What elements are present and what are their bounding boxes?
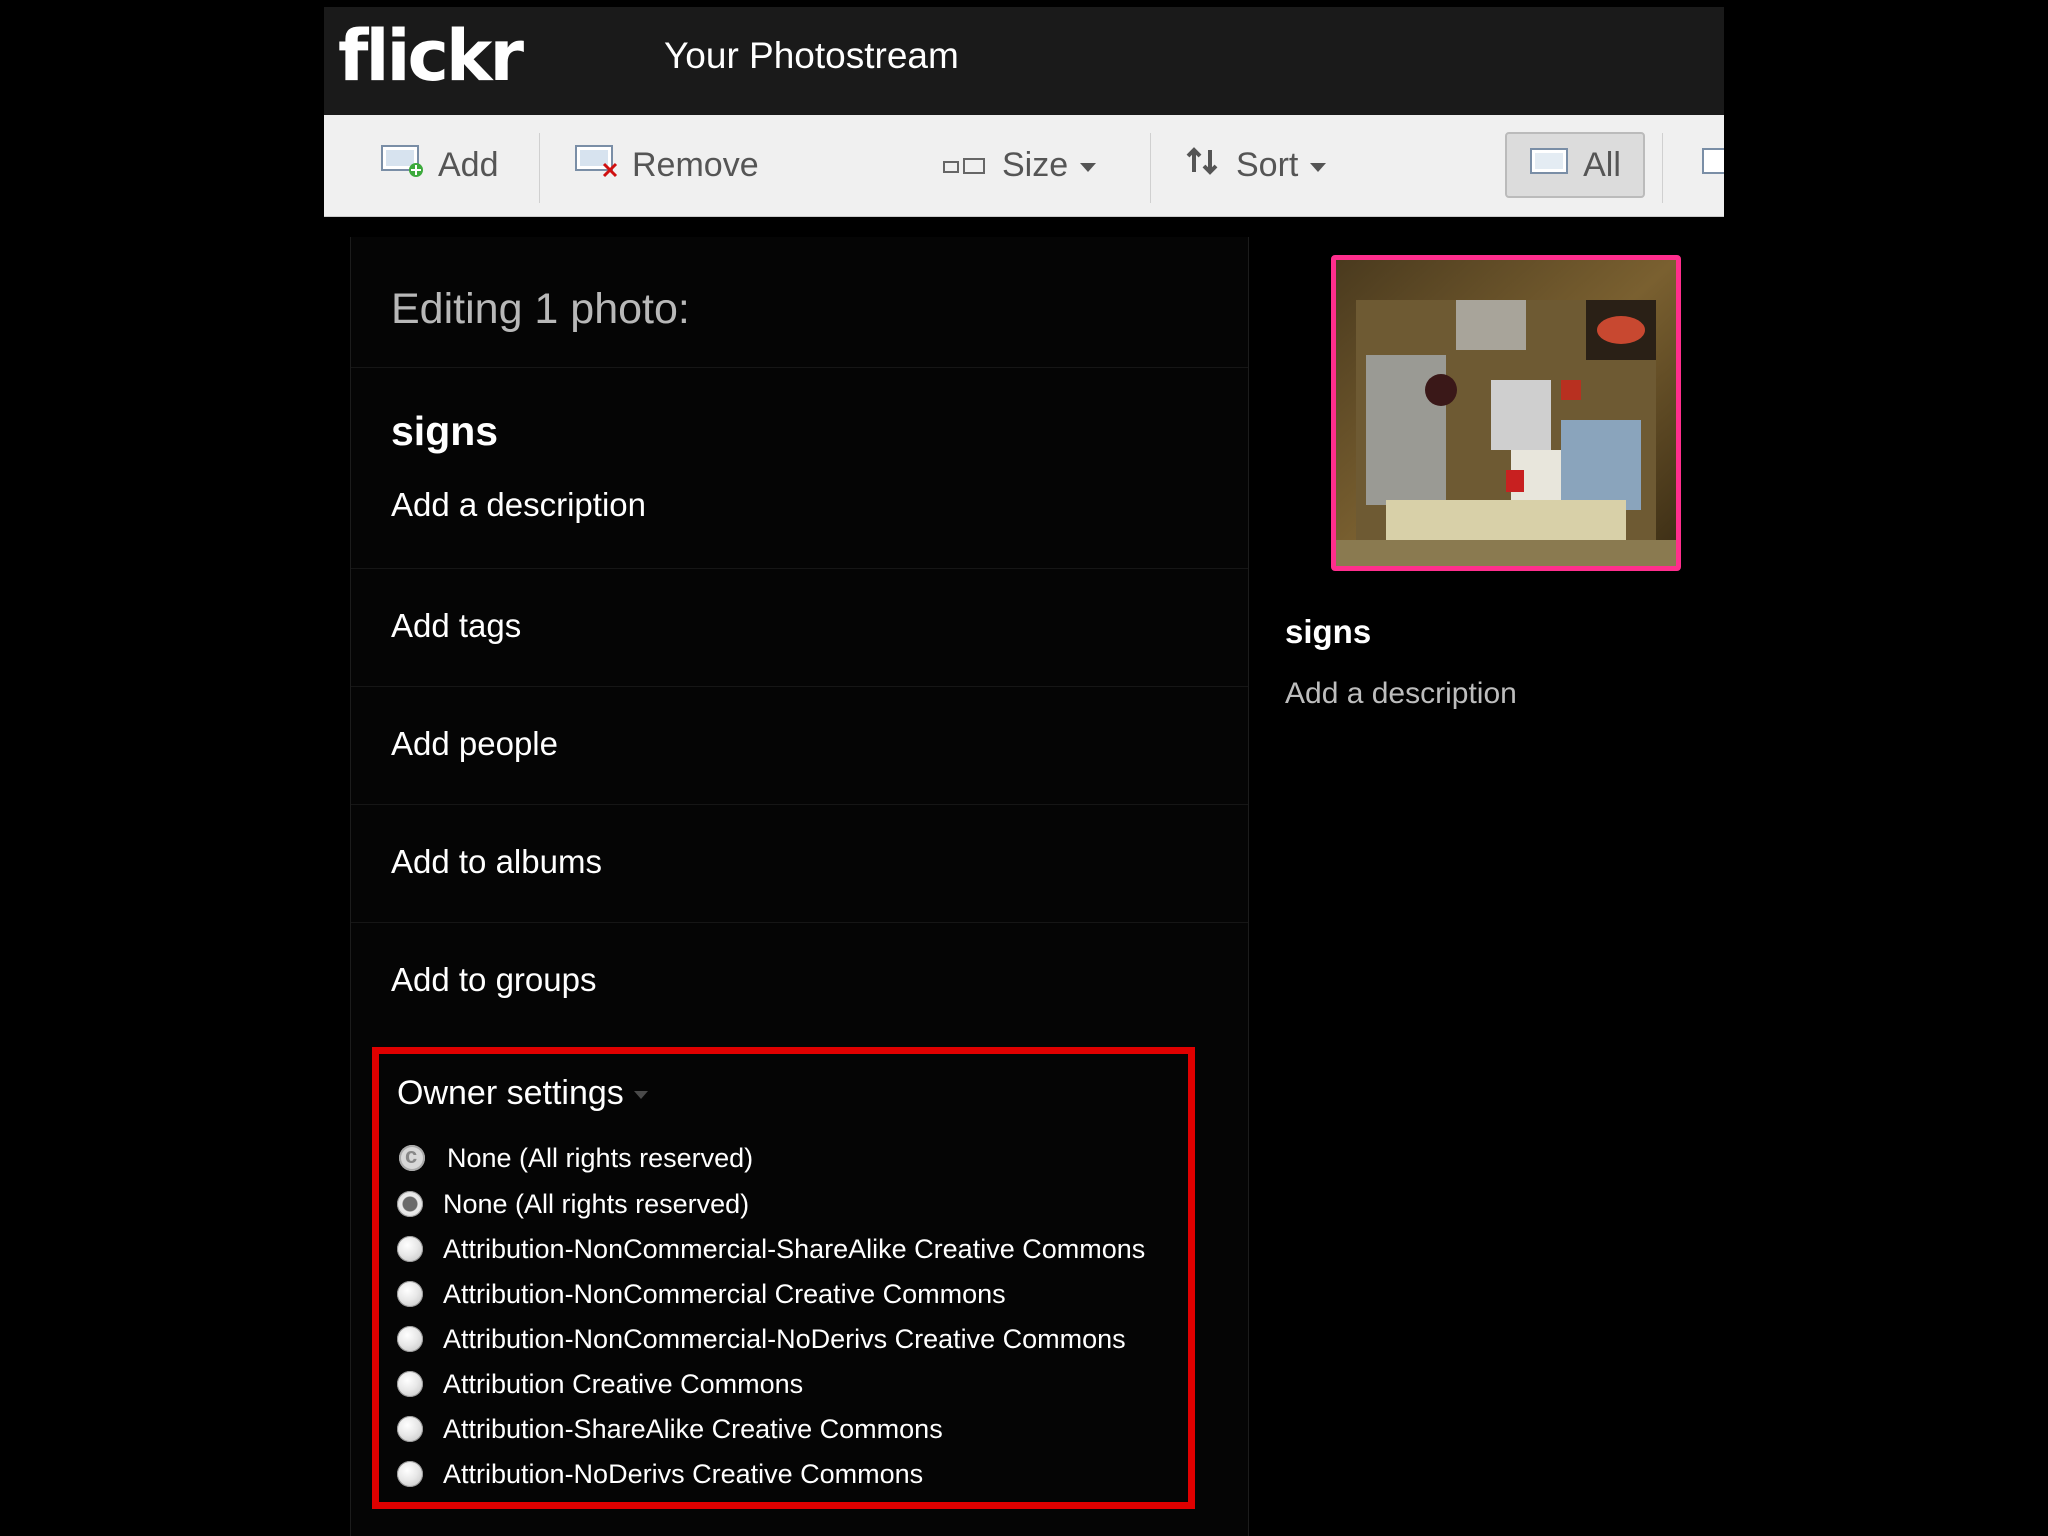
size-icon <box>942 146 988 185</box>
license-radio[interactable] <box>397 1461 423 1487</box>
chevron-down-icon <box>1310 163 1327 172</box>
license-option[interactable]: Attribution-NonCommercial-NoDerivs Creat… <box>397 1319 1126 1359</box>
add-to-albums-label: Add to albums <box>391 843 602 880</box>
remove-label: Remove <box>632 146 759 184</box>
add-people-row[interactable]: Add people <box>351 687 1248 805</box>
select-none-button[interactable] <box>1701 115 1724 216</box>
current-license-label: None (All rights reserved) <box>447 1142 754 1173</box>
toolbar-divider <box>1150 133 1151 203</box>
license-option[interactable]: Attribution Creative Commons <box>397 1364 803 1404</box>
license-option-label: Attribution-NonCommercial-ShareAlike Cre… <box>443 1233 1146 1264</box>
page-title: Your Photostream <box>664 35 959 76</box>
add-photo-icon <box>380 144 424 187</box>
preview-title[interactable]: signs <box>1285 613 1371 651</box>
add-people-label: Add people <box>391 725 558 762</box>
license-option-label: None (All rights reserved) <box>443 1188 750 1219</box>
select-all-button[interactable]: All <box>1505 132 1645 198</box>
title-description-block: signs Add a description <box>351 368 1248 569</box>
add-tags-row[interactable]: Add tags <box>351 569 1248 687</box>
add-description-field[interactable]: Add a description <box>391 486 646 524</box>
add-to-groups-label: Add to groups <box>391 961 597 998</box>
toolbar-divider <box>1662 133 1663 203</box>
select-all-icon <box>1529 146 1569 185</box>
license-option-label: Attribution-NonCommercial-NoDerivs Creat… <box>443 1323 1126 1354</box>
owner-settings-toggle[interactable]: Owner settings <box>397 1074 648 1113</box>
flickr-logo[interactable]: flickr <box>338 15 524 97</box>
sort-icon <box>1184 146 1222 185</box>
sort-label: Sort <box>1236 146 1299 184</box>
photo-image <box>1336 260 1676 566</box>
license-option[interactable]: Attribution-ShareAlike Creative Commons <box>397 1409 943 1449</box>
edit-header: Editing 1 photo: <box>351 237 1248 368</box>
license-option[interactable]: None (All rights reserved) <box>397 1184 749 1224</box>
copyright-icon <box>399 1143 425 1171</box>
license-radio[interactable] <box>397 1371 423 1397</box>
remove-photo-icon <box>574 144 618 187</box>
license-option-label: Attribution Creative Commons <box>443 1368 804 1399</box>
license-option[interactable]: Attribution-NonCommercial Creative Commo… <box>397 1274 1006 1314</box>
add-label: Add <box>438 146 499 184</box>
current-license: None (All rights reserved) <box>399 1138 753 1178</box>
owner-settings-section: Owner settings None (All rights reserved… <box>372 1047 1195 1509</box>
license-option-label: Attribution-ShareAlike Creative Commons <box>443 1413 943 1444</box>
license-radio[interactable] <box>397 1326 423 1352</box>
preview-description[interactable]: Add a description <box>1285 677 1517 711</box>
all-label: All <box>1583 145 1621 184</box>
toolbar-divider <box>539 133 540 203</box>
add-button[interactable]: Add <box>380 115 499 216</box>
license-radio[interactable] <box>397 1281 423 1307</box>
editing-heading: Editing 1 photo: <box>391 285 690 333</box>
add-tags-label: Add tags <box>391 607 522 644</box>
select-none-icon <box>1701 146 1724 185</box>
photo-thumbnail[interactable] <box>1331 255 1681 571</box>
remove-button[interactable]: Remove <box>574 115 759 216</box>
chevron-down-icon <box>1080 163 1097 172</box>
size-label: Size <box>1002 146 1069 184</box>
license-radio[interactable] <box>397 1191 423 1217</box>
photo-title-field[interactable]: signs <box>391 408 498 455</box>
license-radio[interactable] <box>397 1236 423 1262</box>
chevron-down-icon <box>633 1091 648 1100</box>
license-option[interactable]: Attribution-NonCommercial-ShareAlike Cre… <box>397 1229 1145 1269</box>
top-bar: flickr Your Photostream <box>324 7 1724 115</box>
license-option-label: Attribution-NonCommercial Creative Commo… <box>443 1278 1006 1309</box>
sort-dropdown[interactable]: Sort <box>1184 115 1327 216</box>
add-to-groups-row[interactable]: Add to groups <box>351 923 1248 1040</box>
license-option[interactable]: Attribution-NoDerivs Creative Commons <box>397 1454 923 1494</box>
license-option-label: Attribution-NoDerivs Creative Commons <box>443 1458 924 1489</box>
add-to-albums-row[interactable]: Add to albums <box>351 805 1248 923</box>
license-radio[interactable] <box>397 1416 423 1442</box>
owner-settings-title: Owner settings <box>397 1074 624 1112</box>
toolbar: Add Remove Size Sort All <box>324 115 1724 217</box>
size-dropdown[interactable]: Size <box>942 115 1097 216</box>
